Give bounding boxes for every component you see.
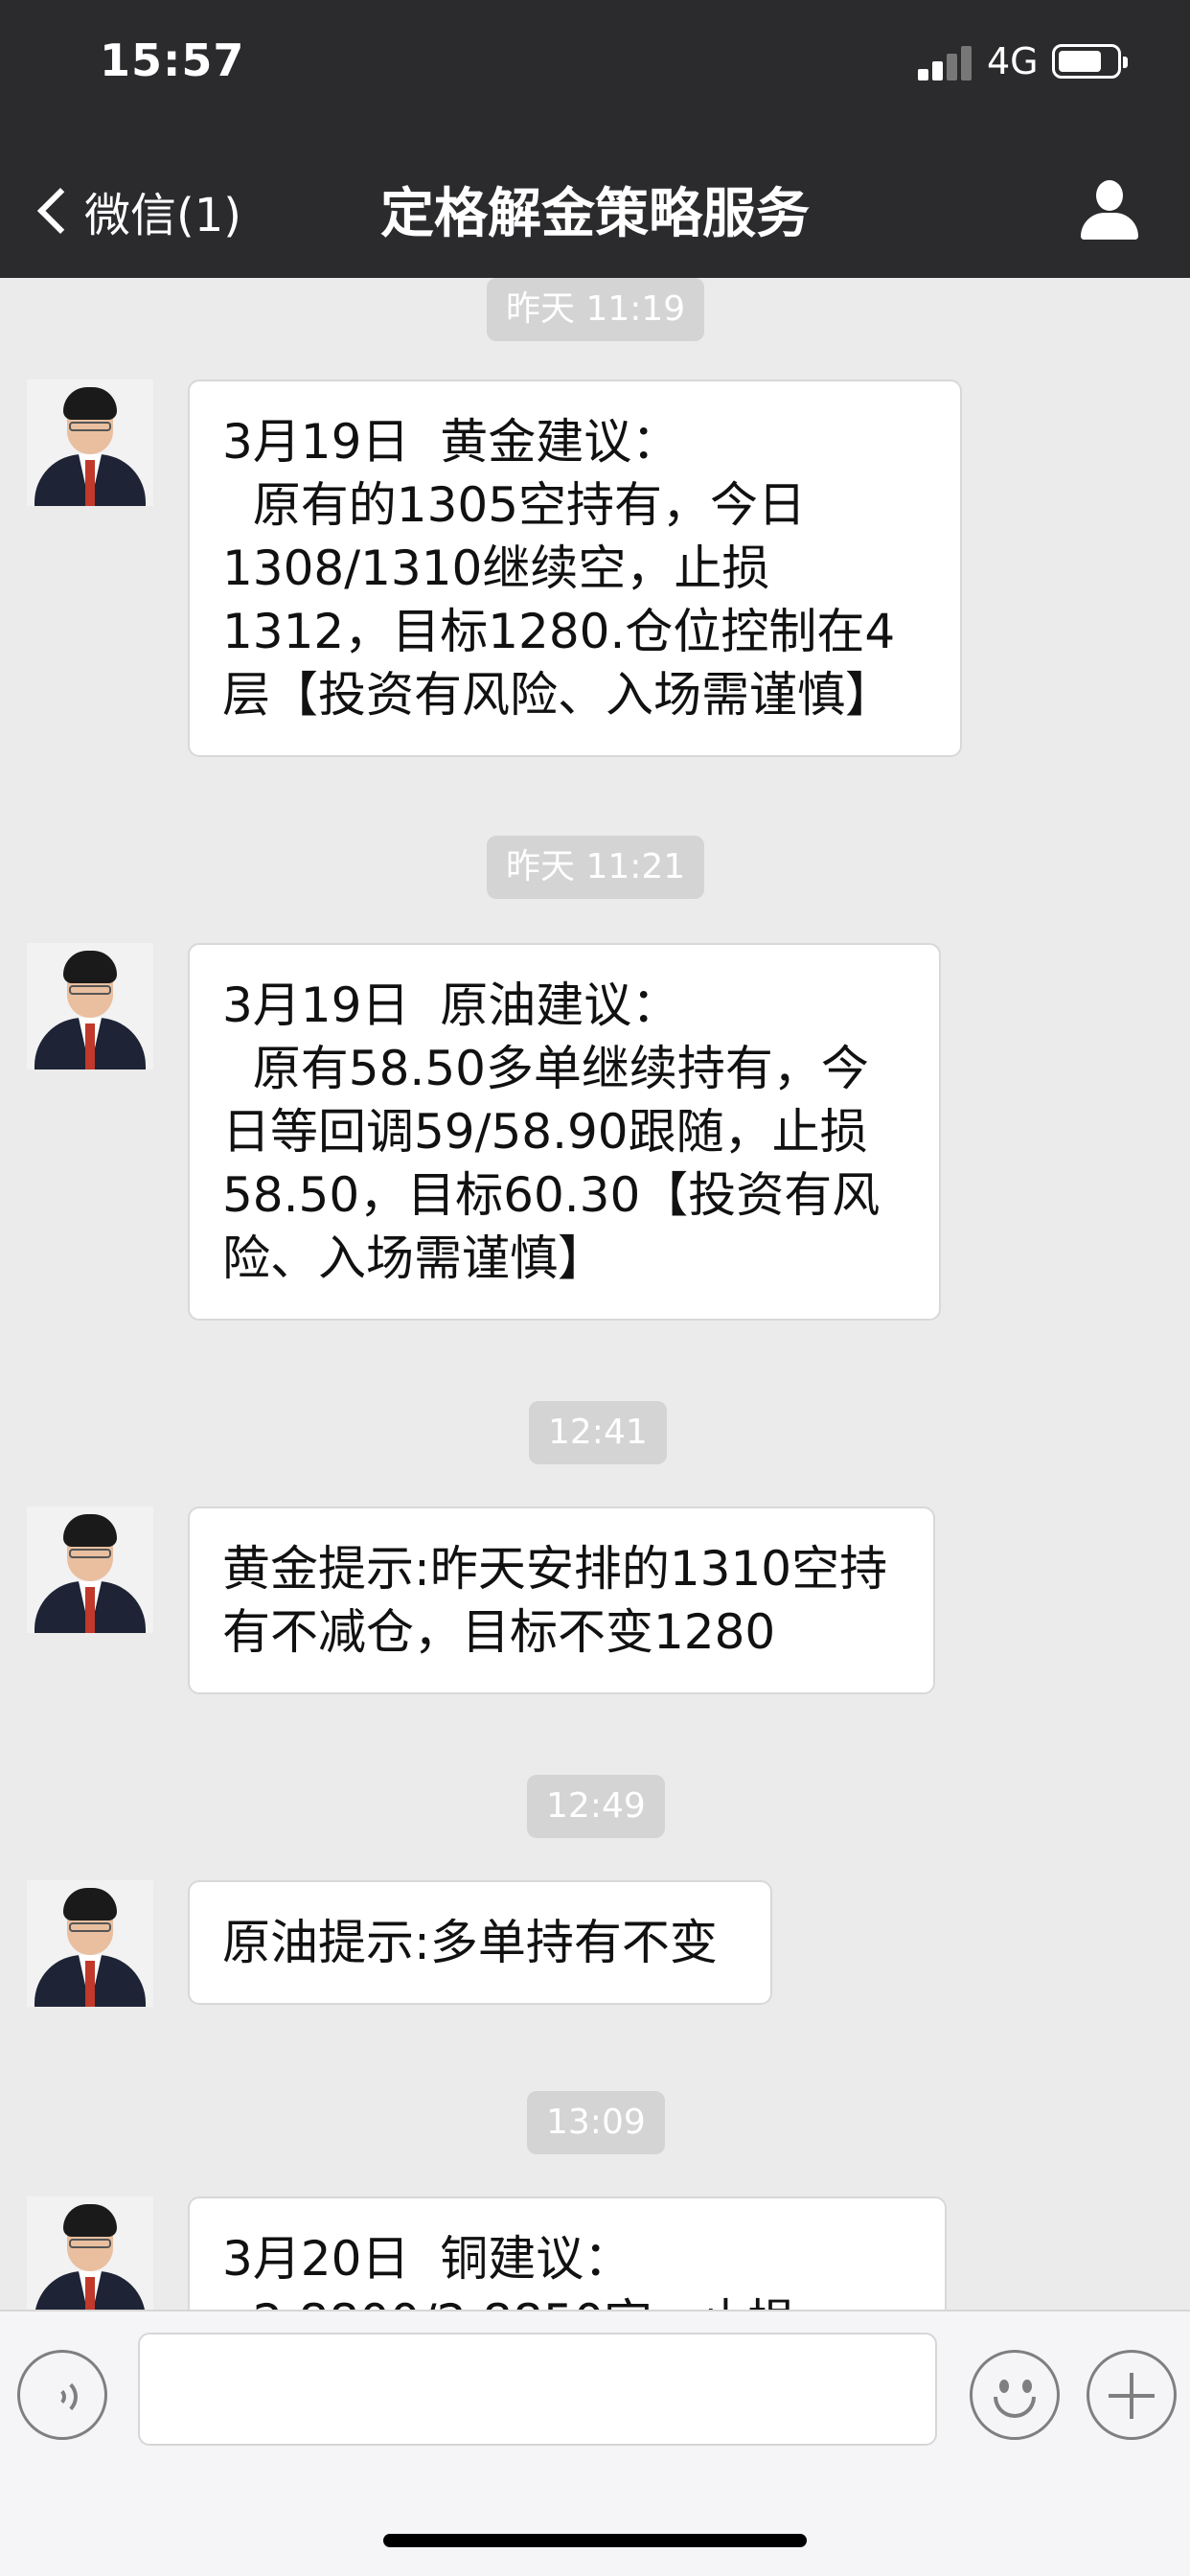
message-input[interactable] — [138, 2333, 937, 2446]
timestamp: 12:41 — [529, 1401, 667, 1464]
home-indicator[interactable] — [383, 2534, 807, 2547]
timestamp: 13:09 — [527, 2091, 665, 2154]
navigation-header: 15:57 4G 微信(1) 定格解金策略服务 — [0, 0, 1190, 278]
timestamp: 昨天 11:21 — [487, 836, 705, 899]
more-button[interactable] — [1087, 2350, 1177, 2440]
message-bubble[interactable]: 3月19日 黄金建议： 原有的1305空持有，今日1308/1310继续空，止损… — [188, 380, 962, 757]
avatar[interactable] — [27, 1506, 153, 1633]
message-bubble[interactable]: 3月20日 铜建议： 2.8800/2.8850空，止损 — [188, 2196, 947, 2310]
message-bubble[interactable]: 黄金提示:昨天安排的1310空持有不减仓，目标不变1280 — [188, 1506, 935, 1694]
message-list[interactable]: 昨天 11:19 3月19日 黄金建议： 原有的1305空持有，今日1308/1… — [0, 278, 1190, 2310]
person-icon[interactable] — [1079, 180, 1140, 242]
avatar[interactable] — [27, 380, 153, 506]
timestamp: 12:49 — [527, 1775, 665, 1838]
page-title: 定格解金策略服务 — [380, 183, 810, 245]
avatar[interactable] — [27, 943, 153, 1070]
timestamp: 昨天 11:19 — [487, 278, 705, 341]
network-type: 4G — [987, 40, 1039, 82]
signal-icon — [918, 46, 972, 80]
emoji-button[interactable] — [970, 2350, 1060, 2440]
message-bubble[interactable]: 原油提示:多单持有不变 — [188, 1880, 772, 2005]
message-bubble[interactable]: 3月19日 原油建议： 原有58.50多单继续持有，今日等回调59/58.90跟… — [188, 943, 941, 1321]
avatar[interactable] — [27, 1880, 153, 2007]
voice-button[interactable] — [17, 2350, 107, 2440]
avatar[interactable] — [27, 2196, 153, 2310]
battery-icon — [1052, 44, 1128, 79]
status-time: 15:57 — [100, 34, 245, 86]
chat-screen: 15:57 4G 微信(1) 定格解金策略服务 昨天 11:19 3月19日 黄… — [0, 0, 1190, 2576]
